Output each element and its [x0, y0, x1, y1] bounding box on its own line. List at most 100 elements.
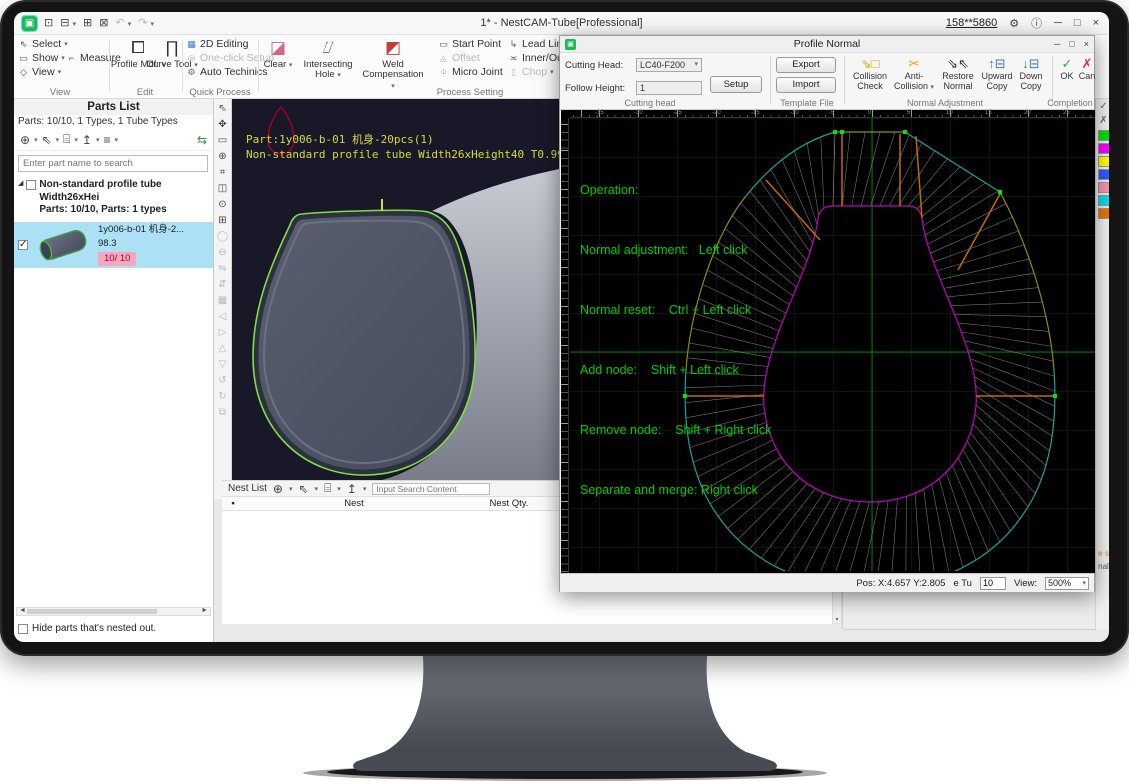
clear-button[interactable]: ◪Clear ▾	[260, 38, 296, 70]
dialog-close-button[interactable]: ×	[1084, 39, 1089, 49]
strip-iso-view-icon[interactable]: ◫	[218, 181, 227, 197]
part-list-item[interactable]: 1y006-b-01 机身-2... 98.3 10/ 10	[14, 222, 213, 268]
nest-select-icon[interactable]: ⇖	[298, 482, 308, 496]
strip-prev-icon[interactable]: ◁	[219, 309, 227, 325]
profile-canvas[interactable]: -35-30-25-20-15-10-50510152025	[561, 110, 1095, 573]
delete-part-icon[interactable]: ⌸	[63, 132, 70, 147]
clear-color-icon[interactable]: ✗	[1099, 114, 1107, 128]
pin-window-icon[interactable]: ⊡	[44, 18, 53, 29]
intersecting-hole-button[interactable]: ⌰Intersecting Hole ▾	[300, 38, 356, 81]
minimize-button[interactable]: ─	[1054, 17, 1062, 29]
strip-texture-icon[interactable]: ▦	[218, 293, 227, 309]
hide-nested-row[interactable]: Hide parts that's nested out.	[18, 623, 156, 634]
offset-button[interactable]: ◬Offset	[438, 52, 480, 64]
strip-select-icon[interactable]: ⇖	[218, 101, 226, 117]
apply-color-icon[interactable]: ✓	[1099, 100, 1107, 114]
redo-icon[interactable]: ↷ ▾	[138, 18, 154, 29]
profile-scene[interactable]: Operation: Normal adjustment: Left click…	[570, 118, 1095, 571]
color-swatch-2[interactable]	[1098, 156, 1110, 167]
strip-circle-icon[interactable]: ◯	[217, 229, 228, 245]
strip-flip-v-icon[interactable]: ⇵	[218, 277, 226, 293]
close-button[interactable]: ×	[1093, 17, 1099, 29]
nest-search-input[interactable]	[372, 483, 490, 495]
parts-search-input[interactable]	[18, 155, 208, 172]
auto-technics-button[interactable]: ⚙Auto Techinics	[186, 66, 268, 78]
color-swatch-5[interactable]	[1098, 195, 1110, 206]
strip-search-icon[interactable]: ⊖	[218, 245, 226, 261]
tube-count-input[interactable]	[980, 577, 1006, 590]
start-point-button[interactable]: ▭Start Point	[438, 38, 501, 50]
strip-front-view-icon[interactable]: ⌗	[220, 165, 226, 181]
micro-joint-button[interactable]: ⁘Micro Joint	[438, 66, 503, 78]
strip-fit-view-icon[interactable]: ▭	[218, 133, 227, 149]
strip-next-icon[interactable]: ▷	[219, 325, 227, 341]
strip-snapshot-icon[interactable]: ⊞	[218, 213, 226, 229]
restore-button[interactable]: □	[1074, 17, 1081, 29]
down-copy-button[interactable]: ↓⊟Down Copy	[1012, 57, 1050, 92]
normal-node[interactable]	[998, 190, 1002, 194]
view-menu[interactable]: ◇View▾	[18, 66, 61, 78]
export-file-icon[interactable]: ⊠	[99, 18, 108, 29]
settings-gear-icon[interactable]: ⚙	[1009, 17, 1019, 30]
upward-copy-button[interactable]: ↑⊟Upward Copy	[978, 57, 1016, 92]
color-swatch-0[interactable]	[1098, 130, 1110, 141]
color-swatch-6[interactable]	[1098, 208, 1110, 219]
save-icon[interactable]: ⊞	[83, 18, 92, 29]
part-checkbox[interactable]	[18, 240, 28, 250]
app-logo-icon[interactable]: ▣	[22, 16, 37, 31]
group-checkbox[interactable]	[26, 180, 36, 190]
account-number[interactable]: 158**5860	[946, 17, 997, 29]
model-canvas[interactable]: Part:1y006-b-01 机身-20pcs(1) Non-standard…	[232, 99, 559, 480]
show-menu[interactable]: ▭Show▾	[18, 52, 65, 64]
parts-group-row[interactable]: ◢ Non-standard profile tube Width26xHeiP…	[14, 176, 213, 220]
2d-editing-button[interactable]: ▦2D Editing	[186, 38, 248, 50]
setup-button[interactable]: Setup	[710, 76, 762, 93]
inner-profile-path[interactable]	[764, 206, 977, 502]
import-button[interactable]: Import	[776, 77, 836, 93]
nest-add-icon[interactable]: ⊕	[273, 482, 283, 496]
sort-list-icon[interactable]: ≡	[103, 133, 110, 147]
open-file-icon[interactable]: ⊟ ▾	[60, 18, 76, 29]
undo-icon[interactable]: ↶ ▾	[115, 18, 131, 29]
dialog-titlebar[interactable]: ▣ Profile Normal ─ □ ×	[560, 36, 1094, 53]
dialog-maximize-button[interactable]: □	[1069, 39, 1074, 49]
move-top-icon[interactable]: ↥	[82, 133, 92, 147]
normal-node[interactable]	[833, 130, 837, 134]
sync-parts-icon[interactable]: ⇆	[197, 133, 207, 147]
strip-pan-icon[interactable]: ✥	[218, 117, 226, 133]
color-swatch-3[interactable]	[1098, 169, 1110, 180]
normal-node[interactable]	[903, 130, 907, 134]
nest-delete-icon[interactable]: ⌸	[324, 481, 331, 496]
collision-check-button[interactable]: ⇘□Collision Check	[848, 57, 892, 92]
strip-rotate-cw-icon[interactable]: ↻	[218, 389, 226, 405]
select-part-icon[interactable]: ⇖	[42, 133, 52, 147]
follow-height-input[interactable]	[636, 81, 702, 95]
strip-zoom-in-icon[interactable]: ⊕	[218, 149, 226, 165]
color-swatch-1[interactable]	[1098, 143, 1110, 154]
info-icon[interactable]: ⓘ	[1031, 15, 1042, 31]
zoom-select[interactable]: 500%▾	[1045, 577, 1089, 590]
weld-compensation-button[interactable]: ◩Weld Compensation ▾	[360, 38, 426, 92]
strip-zoom-window-icon[interactable]: ⊙	[218, 197, 226, 213]
expander-icon[interactable]: ◢	[18, 179, 23, 217]
strip-rotate-ccw-icon[interactable]: ↺	[218, 373, 226, 389]
cancel-button[interactable]: ✗Can	[1076, 57, 1098, 82]
strip-flip-h-icon[interactable]: ⇋	[218, 261, 226, 277]
strip-down-icon[interactable]: ▽	[219, 357, 227, 373]
chop-button[interactable]: ▯Chop▾	[508, 66, 554, 78]
add-part-icon[interactable]: ⊕	[20, 133, 30, 147]
hide-nested-checkbox[interactable]	[18, 624, 28, 634]
strip-up-icon[interactable]: △	[219, 341, 227, 357]
dialog-minimize-button[interactable]: ─	[1054, 39, 1060, 49]
nest-select-all-checkbox[interactable]: ▪	[222, 498, 244, 509]
color-swatch-4[interactable]	[1098, 182, 1110, 193]
cutting-head-select[interactable]: LC40-F200▾	[636, 58, 702, 72]
normal-node[interactable]	[1053, 394, 1057, 398]
strip-copy-icon[interactable]: ⧉	[219, 405, 226, 421]
restore-normal-button[interactable]: ⇘⇖Restore Normal	[936, 57, 980, 92]
anti-collision-button[interactable]: ✂Anti-Collision ▾	[892, 57, 936, 92]
normal-node[interactable]	[840, 130, 844, 134]
export-button[interactable]: Export	[776, 57, 836, 73]
parts-hscrollbar[interactable]: ◄►	[16, 607, 211, 616]
nest-top-icon[interactable]: ↥	[347, 482, 357, 496]
